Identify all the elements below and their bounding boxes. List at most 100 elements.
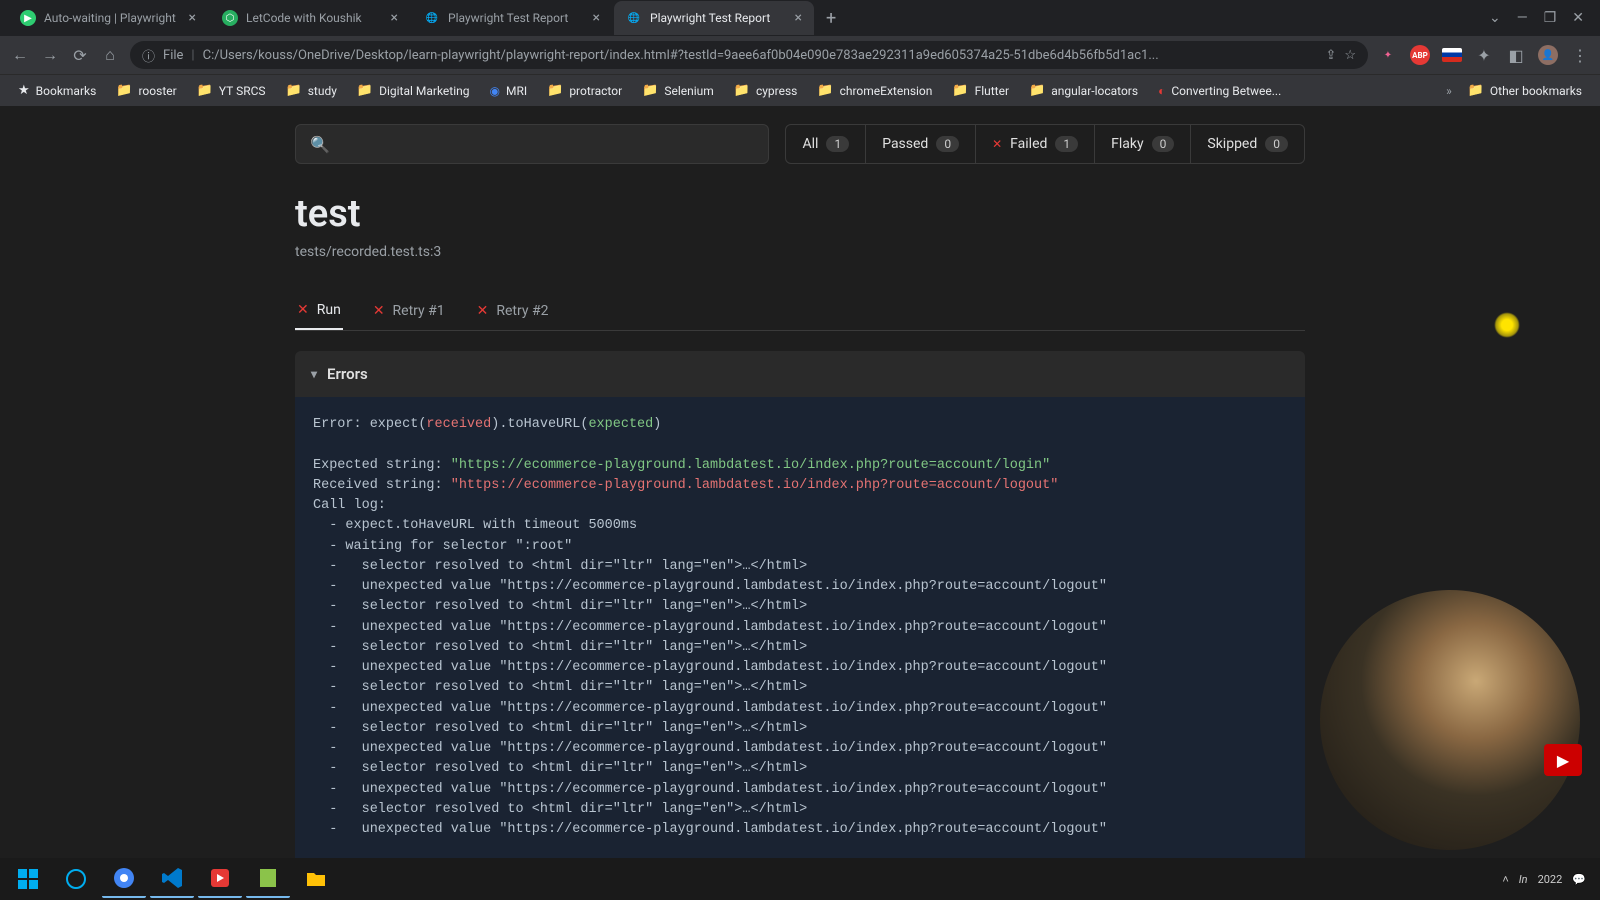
- chrome-icon[interactable]: [102, 860, 146, 898]
- filter-passed[interactable]: Passed 0: [866, 125, 976, 163]
- filter-flaky[interactable]: Flaky 0: [1095, 125, 1191, 163]
- star-icon: ★: [18, 83, 30, 98]
- count-badge: 1: [1055, 136, 1078, 152]
- explorer-icon[interactable]: [294, 860, 338, 898]
- bookmark-cypress[interactable]: 📁cypress: [726, 79, 806, 102]
- overflow-icon[interactable]: »: [1446, 84, 1452, 98]
- test-title: test: [295, 192, 1305, 236]
- menu-icon[interactable]: ⋮: [1570, 46, 1590, 65]
- bookmarks-button[interactable]: ★ Bookmarks: [10, 79, 104, 102]
- folder-icon: 📁: [116, 83, 132, 98]
- maximize-icon[interactable]: ❐: [1544, 10, 1557, 26]
- subscribe-badge: ▶: [1544, 744, 1582, 776]
- count-badge: 0: [936, 136, 959, 152]
- system-tray: ˄ In 2022 💬: [1502, 873, 1594, 886]
- cortana-icon[interactable]: [54, 860, 98, 898]
- bookmarks-bar: ★ Bookmarks 📁rooster 📁YT SRCS 📁study 📁Di…: [0, 74, 1600, 106]
- tab-title: Auto-waiting | Playwright: [44, 11, 181, 25]
- info-icon[interactable]: ⓘ: [142, 46, 155, 65]
- globe-icon: 🌐: [626, 10, 642, 26]
- tab-run[interactable]: ✕ Run: [295, 292, 343, 330]
- flag-icon[interactable]: [1442, 48, 1462, 62]
- tab-retry-1[interactable]: ✕ Retry #1: [371, 292, 447, 330]
- bookmark-converting[interactable]: ◐Converting Betwee...: [1150, 80, 1289, 102]
- nav-bar: ← → ⟳ ⌂ ⓘ File | C:/Users/kouss/OneDrive…: [0, 36, 1600, 74]
- url-path: C:/Users/kouss/OneDrive/Desktop/learn-pl…: [203, 48, 1318, 63]
- filter-all[interactable]: All 1: [786, 125, 866, 163]
- fail-icon: ✕: [992, 137, 1002, 151]
- reload-icon[interactable]: ⟳: [70, 46, 90, 65]
- notifications-icon[interactable]: 💬: [1572, 873, 1586, 886]
- site-icon: ◐: [1158, 84, 1165, 98]
- fail-icon: ✕: [373, 303, 385, 319]
- bookmark-protractor[interactable]: 📁protractor: [539, 79, 630, 102]
- tab-title: Playwright Test Report: [650, 11, 787, 25]
- share-icon[interactable]: ⇪: [1325, 48, 1336, 63]
- close-icon[interactable]: ×: [189, 10, 196, 26]
- notepad-icon[interactable]: [246, 860, 290, 898]
- tab-letcode[interactable]: ⬡ LetCode with Koushik ×: [210, 1, 410, 35]
- chevron-down-icon: ▾: [311, 367, 317, 381]
- url-scheme: File: [163, 48, 183, 63]
- filter-skipped[interactable]: Skipped 0: [1191, 125, 1304, 163]
- folder-icon: 📁: [1468, 83, 1484, 98]
- letcode-icon: ⬡: [222, 10, 238, 26]
- other-bookmarks[interactable]: 📁Other bookmarks: [1460, 79, 1590, 102]
- camtasia-icon[interactable]: [198, 860, 242, 898]
- bookmark-flutter[interactable]: 📁Flutter: [944, 79, 1017, 102]
- count-badge: 1: [826, 136, 849, 152]
- folder-icon: 📁: [357, 83, 373, 98]
- tab-report-2[interactable]: 🌐 Playwright Test Report ×: [614, 1, 814, 35]
- bookmark-mri[interactable]: ◉MRI: [482, 80, 536, 102]
- close-icon[interactable]: ×: [593, 10, 600, 26]
- tabs-dropdown-icon[interactable]: ⌄: [1489, 10, 1501, 26]
- tab-autowaiting[interactable]: ▶ Auto-waiting | Playwright ×: [8, 1, 208, 35]
- back-icon[interactable]: ←: [10, 45, 30, 65]
- tab-report-1[interactable]: 🌐 Playwright Test Report ×: [412, 1, 612, 35]
- folder-icon: 📁: [197, 83, 213, 98]
- bookmark-chromeext[interactable]: 📁chromeExtension: [809, 79, 940, 102]
- forward-icon[interactable]: →: [40, 45, 60, 65]
- close-icon[interactable]: ×: [795, 10, 802, 26]
- error-output: Error: expect(received).toHaveURL(expect…: [295, 397, 1305, 858]
- tray-date[interactable]: 2022: [1538, 873, 1563, 886]
- minimize-icon[interactable]: —: [1517, 10, 1528, 26]
- start-button[interactable]: [6, 860, 50, 898]
- profile-avatar[interactable]: 👤: [1538, 45, 1558, 65]
- folder-icon: 📁: [952, 83, 968, 98]
- vscode-icon[interactable]: [150, 860, 194, 898]
- close-window-icon[interactable]: ✕: [1572, 10, 1584, 26]
- new-tab-button[interactable]: +: [816, 8, 846, 29]
- folder-icon: 📁: [547, 83, 563, 98]
- count-badge: 0: [1265, 136, 1288, 152]
- bookmark-rooster[interactable]: 📁rooster: [108, 79, 184, 102]
- bookmark-angular[interactable]: 📁angular-locators: [1021, 79, 1146, 102]
- close-icon[interactable]: ×: [391, 10, 398, 26]
- browser-tabs: ▶ Auto-waiting | Playwright × ⬡ LetCode …: [0, 0, 1600, 36]
- tab-title: Playwright Test Report: [448, 11, 585, 25]
- sidepanel-icon[interactable]: ◧: [1506, 46, 1526, 65]
- address-bar[interactable]: ⓘ File | C:/Users/kouss/OneDrive/Desktop…: [130, 41, 1368, 69]
- chrome-icon: ◉: [490, 84, 500, 98]
- bookmark-selenium[interactable]: 📁Selenium: [634, 79, 722, 102]
- count-badge: 0: [1152, 136, 1175, 152]
- tab-title: LetCode with Koushik: [246, 11, 383, 25]
- run-tabs: ✕ Run ✕ Retry #1 ✕ Retry #2: [295, 292, 1305, 331]
- search-icon: 🔍: [310, 135, 330, 154]
- home-icon[interactable]: ⌂: [100, 45, 120, 65]
- bookmark-study[interactable]: 📁study: [278, 79, 345, 102]
- bookmark-marketing[interactable]: 📁Digital Marketing: [349, 79, 478, 102]
- extension-icon[interactable]: ✦: [1378, 45, 1398, 65]
- extensions-icon[interactable]: ✦: [1474, 46, 1494, 65]
- abp-icon[interactable]: ABP: [1410, 45, 1430, 65]
- errors-section-header[interactable]: ▾ Errors: [295, 351, 1305, 397]
- tab-retry-2[interactable]: ✕ Retry #2: [475, 292, 551, 330]
- star-icon[interactable]: ☆: [1344, 48, 1356, 63]
- filter-failed[interactable]: ✕ Failed 1: [976, 125, 1095, 163]
- test-path: tests/recorded.test.ts:3: [295, 244, 1305, 260]
- nav-extensions: ✦ ABP ✦ ◧ 👤 ⋮: [1378, 45, 1590, 65]
- bookmark-yt[interactable]: 📁YT SRCS: [189, 79, 274, 102]
- search-input[interactable]: 🔍: [295, 124, 769, 164]
- tray-chevron-icon[interactable]: ˄: [1502, 873, 1508, 886]
- tray-lang[interactable]: In: [1519, 873, 1528, 886]
